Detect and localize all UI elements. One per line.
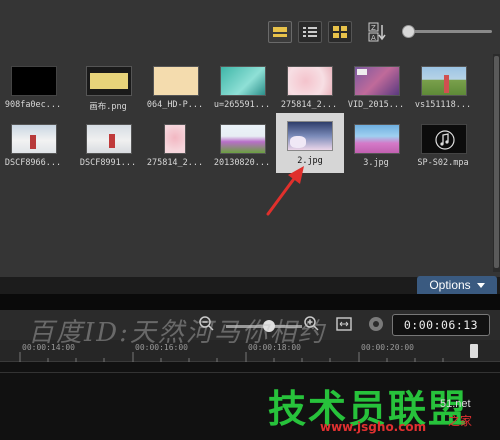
media-filename: 275814_2... [280,100,338,110]
media-tile[interactable]: u=265591... [209,57,275,115]
media-filename: u=265591... [213,100,271,110]
media-thumbnail [421,66,467,96]
media-thumbnail [11,124,57,154]
thumbnail-size-handle[interactable] [402,25,415,38]
svg-text:Z: Z [371,24,376,32]
site-suffix-watermark: 51.net [440,398,471,410]
grid-view-button[interactable] [328,21,352,43]
media-filename: 275814_2... [146,158,204,168]
media-thumbnail [220,124,266,154]
media-thumbnail [287,66,333,96]
media-thumbnail [220,66,266,96]
media-thumbnail [287,121,333,151]
media-filename: VID_2015... [347,100,405,110]
grid-view-icon [333,26,347,38]
media-filename: 064_HD-P... [146,100,204,110]
gear-icon[interactable] [367,315,385,333]
options-label: Options [429,278,471,292]
media-tile[interactable]: 064_HD-P... [142,57,208,115]
list-view-icon [303,27,317,37]
library-scrollbar[interactable] [493,54,500,272]
chevron-down-icon [476,282,485,288]
playhead-marker[interactable] [470,344,478,358]
media-thumbnail [354,124,400,154]
media-filename: 908fa0ec... [4,100,62,110]
media-tile[interactable]: 275814_2... [142,115,208,173]
sort-icon[interactable]: Z A [368,22,386,42]
baidu-watermark: 百度ID:天然河马你相约 [28,318,326,348]
timecode-display[interactable]: 0:00:06:13 [392,314,490,336]
ruler-ticks [19,352,444,362]
media-thumbnail [86,66,132,96]
music-note-icon [435,130,455,150]
media-tile[interactable]: 3.jpg [343,115,409,173]
panel-divider [0,294,500,310]
svg-text:A: A [371,34,376,42]
media-tile[interactable]: vs151118... [410,57,476,115]
list-view-button[interactable] [298,21,322,43]
library-scrollbar-thumb[interactable] [494,56,499,268]
media-thumbnail [153,66,199,96]
media-thumbnail [354,66,400,96]
red-arrow-annotation [266,166,304,216]
audio-thumbnail [421,124,467,154]
media-filename: 3.jpg [363,158,389,168]
thumbnail-view-button[interactable] [268,21,292,43]
media-tile[interactable]: VID_2015... [343,57,409,115]
media-filename: 画布.png [89,102,127,112]
media-tile[interactable]: SP-S02.mpa [410,115,476,173]
thumbnail-size-track[interactable] [408,30,492,33]
media-filename: DSCF8991... [79,158,137,168]
ruler-tick-label: 00:00:20:00 [361,343,414,352]
media-thumbnail [11,66,57,96]
media-tile[interactable]: 画布.png [75,57,141,115]
media-filename: vs151118... [414,100,472,110]
fit-to-window-icon[interactable] [336,317,352,331]
site-zh-watermark: 之家 [448,414,473,428]
media-tile[interactable]: DSCF8966... [0,115,66,173]
options-button[interactable]: Options [417,276,497,294]
thumbnail-view-icon [273,27,287,37]
media-tile[interactable]: DSCF8991... [75,115,141,173]
media-filename: DSCF8966... [4,158,62,168]
media-library: 908fa0ec... 画布.png 064_HD-P... u=265591.… [0,54,500,294]
track-divider [0,372,500,373]
media-filename: SP-S02.mpa [417,158,469,168]
site-url-watermark: www.jsgho.com [320,420,427,434]
library-toolbar: Z A [0,0,500,54]
media-thumbnail [164,124,186,154]
media-thumbnail [86,124,132,154]
media-tile[interactable]: 275814_2... [276,57,342,115]
media-tile[interactable]: 908fa0ec... [0,57,66,115]
